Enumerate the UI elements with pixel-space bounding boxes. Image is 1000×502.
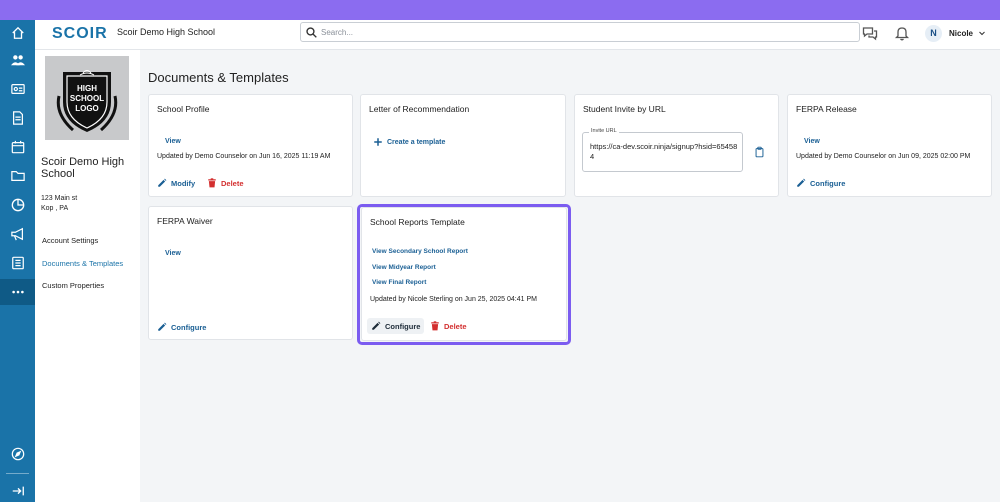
avatar: N	[925, 24, 942, 42]
card-title: FERPA Release	[796, 104, 857, 114]
folder-icon[interactable]	[0, 163, 35, 189]
chat-icon[interactable]	[862, 25, 878, 41]
collapse-icon[interactable]	[0, 478, 35, 502]
pencil-icon	[158, 178, 167, 187]
configure-button[interactable]: Configure	[796, 178, 845, 188]
panel-school-name: Scoir Demo High School	[41, 156, 125, 180]
rail-divider	[6, 473, 29, 474]
nav-custom-properties[interactable]: Custom Properties	[42, 281, 104, 290]
address-line-1: 123 Main st	[41, 195, 78, 202]
search-input[interactable]	[321, 25, 841, 39]
configure-button[interactable]: Configure	[157, 322, 206, 332]
card-title: School Profile	[157, 104, 210, 114]
view-link[interactable]: View	[165, 250, 181, 257]
create-template-label: Create a template	[387, 138, 446, 146]
left-rail	[0, 20, 35, 502]
focus-highlight	[357, 204, 571, 345]
create-template-button[interactable]: Create a template	[373, 137, 445, 147]
card-student-invite: Student Invite by URL Invite URL https:/…	[574, 94, 779, 197]
scoir-logo[interactable]: SCOIR	[52, 25, 108, 43]
card-ferpa-release: FERPA Release View Updated by Demo Couns…	[787, 94, 992, 197]
more-icon[interactable]	[0, 279, 35, 305]
invite-url-label: Invite URL	[589, 128, 619, 134]
pencil-icon	[158, 322, 167, 331]
school-panel: HIGH SCHOOL LOGO Scoir Demo High School …	[35, 50, 140, 502]
updated-text: Updated by Demo Counselor on Jun 16, 202…	[157, 153, 331, 160]
card-title: Letter of Recommendation	[369, 104, 470, 114]
chevron-down-icon	[979, 31, 985, 36]
view-link[interactable]: View	[804, 138, 820, 145]
school-logo-placeholder: HIGH SCHOOL LOGO	[45, 56, 129, 140]
view-link[interactable]: View	[165, 138, 181, 145]
users-icon[interactable]	[0, 47, 35, 73]
invite-url-value[interactable]: https://ca-dev.scoir.ninja/signup?hsid=6…	[590, 142, 740, 162]
modify-button[interactable]: Modify	[157, 178, 195, 188]
address-line-2: Kop , PA	[41, 205, 69, 212]
document-icon[interactable]	[0, 105, 35, 131]
nav-documents-templates[interactable]: Documents & Templates	[42, 259, 123, 268]
trash-icon	[208, 178, 216, 188]
user-menu[interactable]: N Nicole	[925, 23, 986, 43]
modify-label: Modify	[171, 178, 196, 188]
home-icon[interactable]	[0, 20, 35, 46]
logo-text-line-3: LOGO	[75, 104, 99, 113]
updated-text: Updated by Demo Counselor on Jun 09, 202…	[796, 153, 971, 160]
pencil-icon	[797, 178, 806, 187]
invite-url-field[interactable]: Invite URL https://ca-dev.scoir.ninja/si…	[582, 128, 743, 172]
chart-icon[interactable]	[0, 192, 35, 218]
clipboard-icon[interactable]	[754, 146, 765, 158]
search-icon	[306, 27, 317, 38]
list-icon[interactable]	[0, 250, 35, 276]
card-title: FERPA Waiver	[157, 216, 213, 226]
header-school-name: Scoir Demo High School	[117, 27, 216, 37]
page-title: Documents & Templates	[148, 70, 289, 85]
configure-label: Configure	[810, 178, 846, 188]
search-box[interactable]	[300, 22, 860, 42]
delete-label: Delete	[221, 178, 244, 188]
configure-label: Configure	[171, 322, 207, 332]
logo-text-line-1: HIGH	[77, 84, 97, 93]
card-ferpa-waiver: FERPA Waiver View Configure	[148, 206, 353, 340]
card-school-profile: School Profile View Updated by Demo Coun…	[148, 94, 353, 197]
top-header: SCOIR Scoir Demo High School N Nicole	[35, 20, 1000, 50]
plus-icon	[374, 138, 382, 146]
card-title: Student Invite by URL	[583, 104, 666, 114]
top-banner	[0, 0, 1000, 20]
delete-button[interactable]: Delete	[207, 178, 244, 188]
school-crest-icon: HIGH SCHOOL LOGO	[56, 70, 118, 132]
compass-icon[interactable]	[0, 441, 35, 467]
user-name: Nicole	[949, 28, 974, 38]
bell-icon[interactable]	[894, 25, 910, 41]
megaphone-icon[interactable]	[0, 221, 35, 247]
nav-account-settings[interactable]: Account Settings	[42, 236, 98, 245]
card-letter-of-recommendation: Letter of Recommendation Create a templa…	[360, 94, 566, 197]
calendar-icon[interactable]	[0, 134, 35, 160]
id-card-icon[interactable]	[0, 76, 35, 102]
logo-text-line-2: SCHOOL	[70, 94, 104, 103]
